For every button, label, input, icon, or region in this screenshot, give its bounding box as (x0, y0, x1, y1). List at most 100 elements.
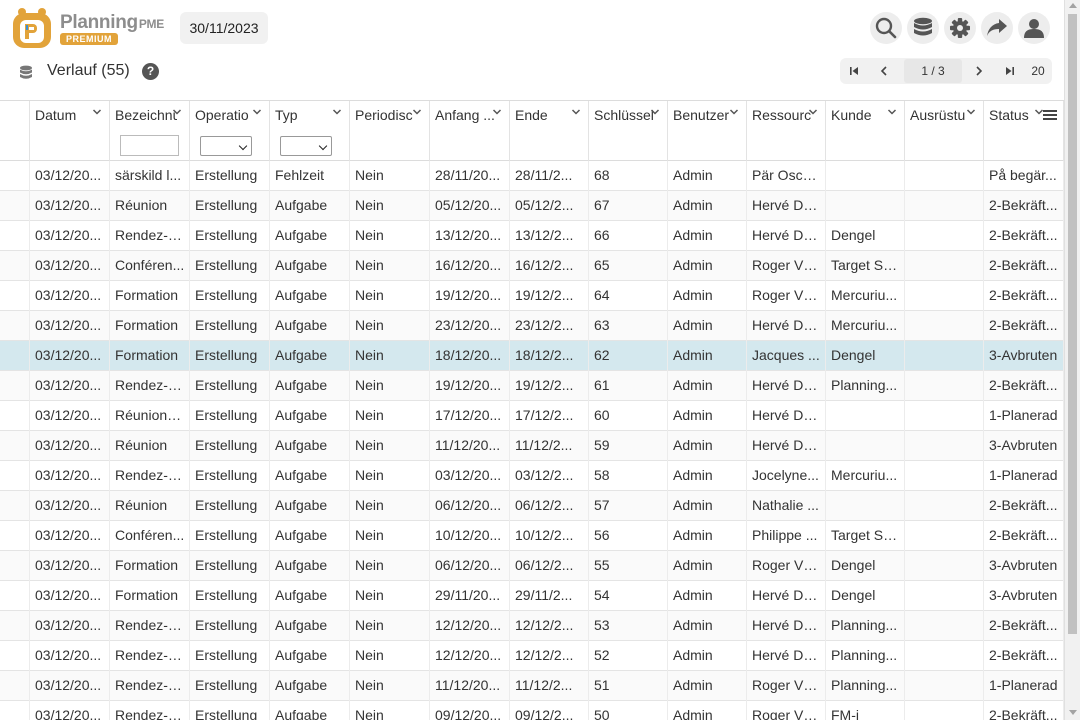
search-icon[interactable] (870, 12, 902, 44)
table-row[interactable]: 03/12/20... Formation Erstellung Aufgabe Nei… (0, 311, 1064, 341)
cell-ende: 28/11/2... (510, 161, 589, 191)
column-header-datum[interactable]: Datum (30, 101, 110, 161)
column-header-periodisch[interactable]: Periodisc (350, 101, 430, 161)
share-icon[interactable] (981, 12, 1013, 44)
table-row[interactable]: 03/12/20... Réunion i... Erstellung Aufgabe… (0, 401, 1064, 431)
column-menu-chevron-icon[interactable] (650, 107, 660, 119)
cell-datum: 03/12/20... (30, 251, 110, 281)
cell-status: 2-Bekräft... (984, 251, 1064, 281)
cell-ende: 29/11/2... (510, 581, 589, 611)
cell-bezeichnung: Réunion (110, 491, 190, 521)
column-header-benutzer[interactable]: Benutzer (668, 101, 747, 161)
column-menu-chevron-icon[interactable] (492, 107, 502, 119)
columns-menu-icon[interactable] (1043, 108, 1057, 124)
cell-periodisch: Nein (350, 581, 430, 611)
vertical-scrollbar[interactable] (1064, 0, 1080, 720)
cell-schluessel: 50 (589, 701, 668, 720)
column-header-anfang[interactable]: Anfang ... (430, 101, 510, 161)
cell-kunde: Dengel (826, 341, 905, 371)
column-label: Benutzer (673, 107, 730, 123)
table-row[interactable]: 03/12/20... Formation Erstellung Aufgabe Nei… (0, 341, 1064, 371)
table-row[interactable]: 03/12/20... Conféren... Erstellung Aufgabe N… (0, 521, 1064, 551)
table-row[interactable]: 03/12/20... särskild l... Erstellung Fehlze… (0, 161, 1064, 191)
help-icon[interactable]: ? (142, 63, 159, 80)
cell-periodisch: Nein (350, 161, 430, 191)
cell-ausruestung (905, 641, 984, 671)
cell-ausruestung (905, 431, 984, 461)
cell-ausruestung (905, 251, 984, 281)
cell-anfang: 12/12/20... (430, 611, 510, 641)
table-row[interactable]: 03/12/20... Réunion Erstellung Aufgabe Nein 0… (0, 491, 1064, 521)
scrollbar-thumb[interactable] (1068, 14, 1077, 634)
page-title: Verlauf (55) (47, 62, 130, 79)
column-menu-chevron-icon[interactable] (966, 107, 976, 119)
scroll-down-icon[interactable] (1069, 710, 1077, 715)
cell-ressource: Hervé DU... (747, 221, 826, 251)
column-header-operation[interactable]: Operatio (190, 101, 270, 161)
date-picker[interactable]: 30/11/2023 (180, 12, 268, 44)
column-menu-chevron-icon[interactable] (412, 107, 422, 119)
row-gutter-header (0, 101, 30, 161)
table-row[interactable]: 03/12/20... Formation Erstellung Aufgabe Nei… (0, 281, 1064, 311)
cell-ressource: Jacques ... (747, 341, 826, 371)
column-header-bezeichnung[interactable]: Bezeichnu (110, 101, 190, 161)
cell-benutzer: Admin (668, 461, 747, 491)
table-row[interactable]: 03/12/20... Rendez-v... Erstellung Aufgabe N… (0, 671, 1064, 701)
column-header-ressource[interactable]: Ressourc (747, 101, 826, 161)
column-menu-chevron-icon[interactable] (729, 107, 739, 119)
next-page-icon[interactable] (965, 58, 993, 84)
table-row[interactable]: 03/12/20... Rendez-v... Erstellung Aufgabe N… (0, 611, 1064, 641)
cell-typ: Aufgabe (270, 431, 350, 461)
gear-icon[interactable] (944, 12, 976, 44)
filter-operation-select[interactable] (200, 136, 252, 156)
table-row[interactable]: 03/12/20... Rendez-v... Erstellung Aufgabe N… (0, 221, 1064, 251)
page-input[interactable]: 1 / 3 (904, 59, 962, 83)
cell-status: 2-Bekräft... (984, 641, 1064, 671)
planningpme-logo[interactable] (12, 7, 52, 49)
cell-kunde: Planning... (826, 611, 905, 641)
table-row[interactable]: 03/12/20... Conféren... Erstellung Aufgabe N… (0, 251, 1064, 281)
filter-typ-select[interactable] (280, 136, 332, 156)
table-row[interactable]: 03/12/20... Rendez-v... Erstellung Aufgabe N… (0, 641, 1064, 671)
column-header-kunde[interactable]: Kunde (826, 101, 905, 161)
page-size[interactable]: 20 (1026, 58, 1050, 84)
cell-schluessel: 68 (589, 161, 668, 191)
column-menu-chevron-icon[interactable] (571, 107, 581, 119)
last-page-icon[interactable] (996, 58, 1024, 84)
premium-badge: PREMIUM (60, 33, 118, 45)
first-page-icon[interactable] (840, 58, 868, 84)
table-row[interactable]: 03/12/20... Formation Erstellung Aufgabe Nei… (0, 551, 1064, 581)
filter-bezeichnung-input[interactable] (120, 135, 179, 156)
column-header-schluessel[interactable]: Schlüssel (589, 101, 668, 161)
cell-bezeichnung: Rendez-v... (110, 371, 190, 401)
cell-typ: Aufgabe (270, 671, 350, 701)
table-row[interactable]: 03/12/20... Formation Erstellung Aufgabe Nei… (0, 581, 1064, 611)
column-header-ausruestung[interactable]: Ausrüstu (905, 101, 984, 161)
table-row[interactable]: 03/12/20... Réunion Erstellung Aufgabe Nein 0… (0, 191, 1064, 221)
prev-page-icon[interactable] (870, 58, 898, 84)
cell-kunde: Planning... (826, 671, 905, 701)
cell-anfang: 17/12/20... (430, 401, 510, 431)
column-menu-chevron-icon[interactable] (172, 107, 182, 119)
scroll-up-icon[interactable] (1069, 3, 1077, 8)
column-menu-chevron-icon[interactable] (332, 107, 342, 119)
table-row[interactable]: 03/12/20... Réunion Erstellung Aufgabe Nein 1… (0, 431, 1064, 461)
column-menu-chevron-icon[interactable] (808, 107, 818, 119)
table-row[interactable]: 03/12/20... Rendez-v... Erstellung Aufgabe N… (0, 461, 1064, 491)
cell-datum: 03/12/20... (30, 671, 110, 701)
brand: PlanningPME PREMIUM (60, 12, 164, 45)
column-menu-chevron-icon[interactable] (887, 107, 897, 119)
table-row[interactable]: 03/12/20... Rendez-v... Erstellung Aufgabe N… (0, 701, 1064, 720)
table-row[interactable]: 03/12/20... Rendez-v... Erstellung Aufgabe N… (0, 371, 1064, 401)
cell-ressource: Hervé DU... (747, 431, 826, 461)
column-menu-chevron-icon[interactable] (252, 107, 262, 119)
database-icon[interactable] (907, 12, 939, 44)
cell-periodisch: Nein (350, 221, 430, 251)
column-menu-chevron-icon[interactable] (92, 107, 102, 119)
cell-bezeichnung: Formation (110, 341, 190, 371)
cell-ende: 05/12/2... (510, 191, 589, 221)
cell-anfang: 16/12/20... (430, 251, 510, 281)
column-header-typ[interactable]: Typ (270, 101, 350, 161)
column-header-ende[interactable]: Ende (510, 101, 589, 161)
user-icon[interactable] (1018, 12, 1050, 44)
